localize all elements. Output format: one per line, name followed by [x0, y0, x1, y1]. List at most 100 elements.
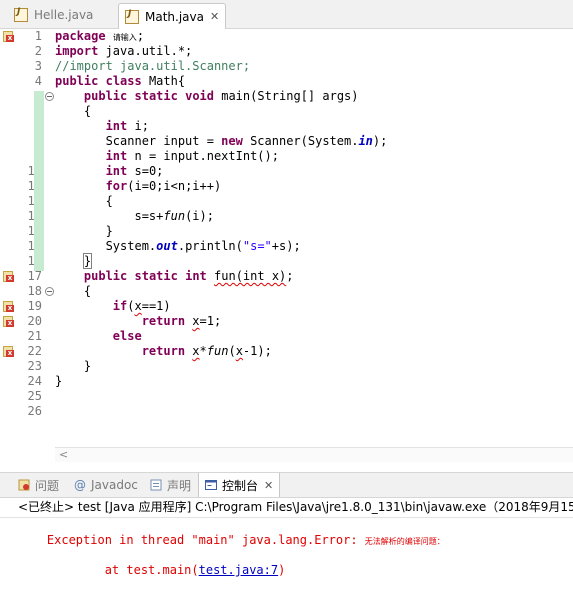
tab-label: 问题	[35, 478, 60, 493]
code-line: public class Math{	[55, 74, 573, 89]
code-line: else	[55, 329, 573, 344]
code-token: }	[82, 253, 93, 269]
code-token: out	[156, 239, 178, 253]
declaration-icon	[150, 479, 162, 491]
exception-message: 无法解析的编译问题：	[364, 537, 445, 546]
line-number: 22	[27, 344, 42, 358]
code-line: System.out.println("s="+s);	[55, 239, 573, 254]
code-token: fun(int x)	[214, 269, 287, 283]
java-file-icon	[125, 9, 139, 24]
code-token: public	[83, 89, 128, 103]
code-token: (i=0;i<n;i++)	[127, 179, 222, 193]
code-line: //import java.util.Scanner;	[55, 59, 573, 74]
code-token: =1;	[199, 314, 222, 328]
code-text-area[interactable]: package 请输入; import java.util.*;//import …	[55, 29, 573, 447]
horizontal-scrollbar[interactable]: <	[55, 447, 573, 462]
code-token: main(String[] args)	[214, 89, 359, 103]
tab-label: 声明	[167, 478, 192, 493]
tab-label: 控制台	[222, 478, 259, 493]
code-token: {	[55, 104, 92, 118]
code-token: -1);	[242, 344, 272, 358]
tab-label: Javadoc	[91, 478, 138, 492]
code-token: .	[177, 239, 186, 253]
code-line: int s=0;	[55, 164, 573, 179]
code-token: //import java.util.Scanner;	[55, 59, 251, 73]
console-process-label: <已终止> test [Java 应用程序] C:\Program Files\…	[0, 497, 573, 518]
close-icon[interactable]: ✕	[210, 10, 219, 23]
error-icon[interactable]: x	[3, 271, 14, 282]
error-icon[interactable]: x	[3, 346, 14, 357]
code-token: Scanner input =	[55, 134, 222, 148]
code-token: public	[55, 74, 99, 88]
code-token: int	[105, 149, 128, 163]
code-editor[interactable]: xxxxx 1234567891011121314151617181920212…	[0, 29, 573, 462]
stack-trace-link[interactable]: test.java:7	[199, 563, 278, 577]
code-token: new	[221, 134, 243, 148]
code-line: public static void main(String[] args)	[55, 89, 573, 104]
code-token: int	[105, 164, 128, 178]
code-token: *	[199, 344, 207, 358]
line-number: 1	[34, 29, 42, 43]
code-token: java.util.*;	[98, 44, 193, 58]
code-token: int	[105, 119, 128, 133]
tab-problems[interactable]: 问题	[18, 473, 59, 497]
code-token: return	[141, 314, 186, 328]
code-token: class	[105, 74, 142, 88]
code-token: }	[55, 359, 92, 373]
tab-console[interactable]: 控制台 ✕	[198, 473, 281, 497]
stack-trace-text: at test.main(	[46, 563, 199, 577]
code-line: {	[55, 284, 573, 299]
stack-trace-suffix: )	[278, 563, 286, 577]
tab-helle-java[interactable]: Helle.java	[14, 3, 93, 27]
code-token: );	[372, 134, 388, 148]
line-number: 21	[27, 329, 42, 343]
tab-javadoc[interactable]: @ Javadoc	[74, 473, 138, 497]
line-number: 20	[27, 314, 42, 328]
code-line: }	[55, 359, 573, 374]
tab-label: Helle.java	[34, 8, 94, 22]
code-line: {	[55, 104, 573, 119]
line-number: 26	[27, 404, 42, 418]
code-token: i;	[127, 119, 149, 133]
code-line: int n = input.nextInt();	[55, 149, 573, 164]
code-token: 请输入	[112, 33, 137, 42]
tab-label: Math.java	[145, 9, 204, 24]
code-token: return	[141, 344, 186, 358]
line-number: 4	[34, 74, 42, 88]
tab-declaration[interactable]: 声明	[150, 473, 191, 497]
console-output[interactable]: Exception in thread "main" java.lang.Err…	[0, 518, 573, 601]
line-number: 2	[34, 44, 42, 58]
error-icon[interactable]: x	[3, 31, 14, 42]
code-token: public	[83, 269, 128, 283]
code-token: static	[134, 89, 178, 103]
code-line: if(x==1)	[55, 299, 573, 314]
code-token: n = input.nextInt();	[127, 149, 279, 163]
javadoc-icon: @	[74, 478, 86, 492]
scroll-left-icon[interactable]: <	[59, 448, 68, 461]
code-line: import java.util.*;	[55, 44, 573, 59]
code-line: Scanner input = new Scanner(System.in);	[55, 134, 573, 149]
line-number: 17	[27, 269, 42, 283]
code-token: println(	[185, 239, 243, 253]
collapse-icon[interactable]	[45, 287, 54, 296]
error-icon[interactable]: x	[3, 316, 14, 327]
error-icon[interactable]: x	[3, 301, 14, 312]
code-token: "s="	[242, 239, 272, 253]
collapse-icon[interactable]	[45, 92, 54, 101]
code-token: }	[55, 374, 63, 388]
code-token: x	[134, 299, 142, 313]
close-icon[interactable]: ✕	[264, 479, 273, 492]
code-token: }	[55, 224, 113, 238]
tab-math-java[interactable]: Math.java ✕	[118, 3, 227, 29]
code-line: return x*fun(x-1);	[55, 344, 573, 359]
code-token: (	[228, 344, 236, 358]
